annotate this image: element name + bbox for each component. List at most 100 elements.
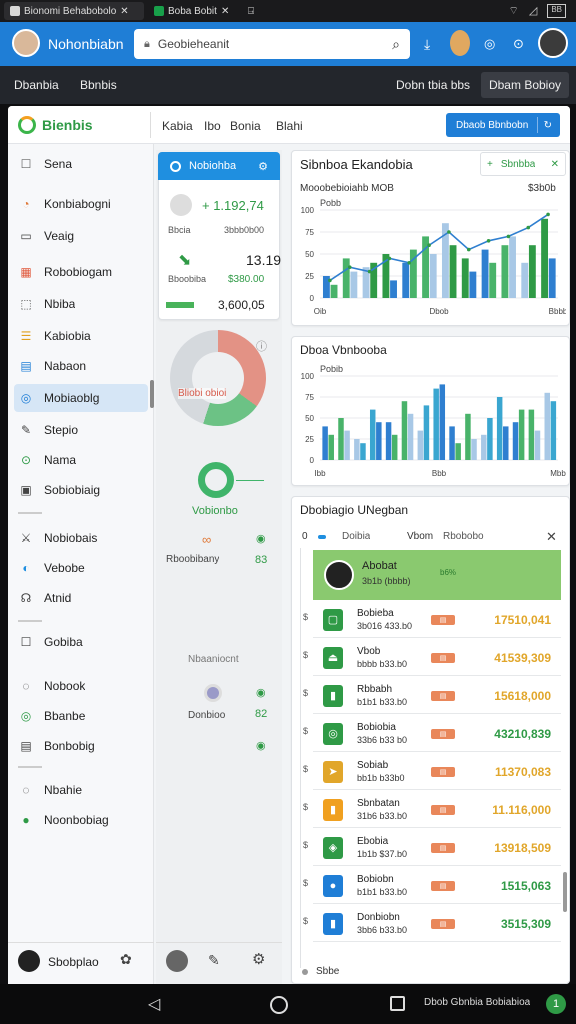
bar — [481, 249, 489, 298]
sidebar-item[interactable]: ◌ Nbahie — [14, 776, 148, 804]
list-item[interactable]: ● Bobiobn b1b1 b33.b0 ▤ 1515,063 — [313, 868, 561, 904]
download-icon[interactable]: ⤓ — [424, 36, 430, 53]
sidebar-item[interactable]: ◌ Nobook — [14, 672, 148, 700]
sidebar-item[interactable]: ☐ Gobiba — [14, 628, 148, 656]
nav-item[interactable]: Blahi — [276, 119, 303, 133]
gear-icon[interactable]: ⚙︎ — [252, 950, 265, 968]
check-icon[interactable]: ◉ — [256, 739, 266, 752]
sidebar-item[interactable]: ⚔ Nobiobais — [14, 524, 148, 552]
sidebar-scrollbar[interactable] — [150, 380, 154, 408]
sidebar-item[interactable]: ▤ Nabaon — [14, 352, 148, 380]
sidebar-item[interactable]: ▦ Robobiogam — [14, 258, 148, 286]
check-icon[interactable]: ◉ — [256, 686, 266, 699]
sidebar-item-icon: ▦ — [20, 265, 32, 279]
info-icon[interactable]: ⓘ — [256, 338, 267, 354]
back-icon[interactable]: ◁ — [148, 994, 160, 1014]
bar — [496, 397, 503, 460]
toolbar-item-2[interactable]: Bbnbis — [80, 78, 117, 92]
bar — [528, 245, 536, 298]
nav-item[interactable]: Kabia — [162, 119, 193, 133]
sidebar-item[interactable]: ◐ Vebobe — [14, 554, 148, 582]
sidebar-item[interactable]: ☰ Kabiobia — [14, 322, 148, 350]
bar — [322, 426, 328, 460]
pen-icon[interactable]: ✎ — [208, 952, 220, 969]
tab-2[interactable]: Boba Bobit ✕ — [148, 2, 238, 20]
bar — [433, 388, 439, 460]
tab-1[interactable]: Bionomi Behabobolo ✕ — [4, 2, 144, 20]
bar — [423, 405, 430, 460]
search-input[interactable]: Geobieheanit — [158, 37, 229, 51]
user-avatar-small[interactable] — [18, 950, 40, 972]
sidebar-item[interactable]: ⬚ Nbiba — [14, 290, 148, 318]
sidebar-item-icon: ◎ — [20, 391, 32, 405]
notification-icon[interactable]: 1 — [546, 994, 566, 1014]
list-col[interactable]: Vbom — [407, 531, 433, 542]
list-item[interactable]: ➤ Sobiab bb1b b33b0 ▤ 11370,083 — [313, 754, 561, 790]
bar — [544, 392, 551, 460]
settings-icon[interactable]: ✿ — [120, 951, 132, 968]
check-icon[interactable]: ◉ — [256, 532, 266, 545]
nav-item[interactable]: Bonia — [230, 119, 261, 133]
profile-icon[interactable] — [450, 30, 470, 56]
avatar[interactable] — [166, 950, 188, 972]
toolbar-button[interactable]: Dbam Bobioy — [481, 72, 569, 98]
sidebar-item[interactable]: ✎ Stepio — [14, 416, 148, 444]
x-tick-label: Mbb — [550, 469, 566, 478]
list-item[interactable]: ◎ Bobiobia 33b6 b33 b0 ▤ 43210,839 — [313, 716, 561, 752]
sidebar-item[interactable]: ◎ Mobiaoblg — [14, 384, 148, 412]
list-scrollbar[interactable] — [563, 872, 567, 912]
tab-summary[interactable]: Nobiohba ⚙︎ — [158, 152, 280, 180]
tab-3[interactable]: ⍈ — [242, 2, 262, 20]
item-icon: ➤ — [323, 760, 343, 783]
list-col[interactable]: Doibia — [342, 531, 370, 542]
search-icon[interactable]: ⌕ — [392, 36, 400, 53]
sidebar-item[interactable]: ● Noonbobiag — [14, 806, 148, 834]
bar — [354, 439, 360, 460]
list-item[interactable]: ▮ Donbiobn 3bb6 b33.b0 ▤ 3515,309 — [313, 906, 561, 942]
user-avatar[interactable] — [538, 28, 568, 58]
sidebar-item[interactable]: ☊ Atnid — [14, 584, 148, 612]
point — [328, 278, 332, 283]
sidebar-item[interactable]: ▭ Veaig — [14, 222, 148, 250]
list-item[interactable]: ▮ Sbnbatan 31b6 b33.b0 ▤ 11.116,000 — [313, 792, 561, 828]
chart-filter-button[interactable]: + Sbnbba ✕ — [480, 152, 566, 176]
sidebar-item-label: Robobiogam — [44, 265, 113, 279]
sidebar-item[interactable]: ◔ Konbiabogni — [14, 190, 148, 218]
list-item[interactable]: ◈ Ebobia 1b1b $37.b0 ▤ 13918,509 — [313, 830, 561, 866]
list-item[interactable]: ⏏ Vbob bbbb b33.b0 ▤ 41539,309 — [313, 640, 561, 676]
item-amount: 1515,063 — [500, 878, 551, 893]
toolbar-item-3[interactable]: Dobn tbia bbs — [396, 78, 470, 92]
sidebar-item[interactable]: ⊙ Nama — [14, 446, 148, 474]
close-icon[interactable]: ✕ — [221, 6, 229, 17]
refresh-icon: ↻ — [543, 119, 552, 131]
list-title: Dbobiagio UNegban — [300, 503, 409, 517]
tag-icon: ▤ — [431, 842, 455, 853]
avatar[interactable] — [12, 29, 40, 57]
gear-icon[interactable]: ⚙︎ — [258, 160, 268, 173]
app-name: Nohonbiabn — [48, 36, 124, 52]
home-icon[interactable] — [270, 996, 288, 1014]
sidebar-item[interactable]: ▤ Bonbobig — [14, 732, 148, 760]
nav-item[interactable]: Ibo — [204, 119, 221, 133]
toolbar-item-1[interactable]: Dbanbia — [14, 78, 59, 92]
close-icon[interactable]: ✕ — [551, 159, 559, 170]
search-bar[interactable]: 🔒︎ Geobieheanit ⌕ — [134, 29, 410, 59]
sidebar-item-label: Konbiabogni — [44, 197, 111, 211]
recents-icon[interactable] — [390, 996, 405, 1011]
x-tick-label: Ibb — [314, 469, 326, 478]
list-item[interactable]: ▮ Rbbabh b1b1 b33.b0 ▤ 15618,000 — [313, 678, 561, 714]
item-subtitle: bb1b b33b0 — [357, 772, 405, 783]
sidebar-item-icon: ☰ — [20, 329, 32, 343]
bar — [465, 413, 471, 460]
close-icon[interactable]: ✕ — [120, 6, 128, 17]
sidebar-item[interactable]: ☐ Sena — [14, 150, 148, 178]
close-icon[interactable]: ✕ — [546, 529, 557, 545]
sidebar-item[interactable]: ◎ Bbanbe — [14, 702, 148, 730]
sidebar-item[interactable]: ▣ Sobiobiaig — [14, 476, 148, 504]
header-action-button[interactable]: Dbaob Bbnbobn ↻ — [446, 113, 560, 137]
item-amount: 43210,839 — [494, 726, 551, 741]
list-item[interactable]: ▢ Bobieba 3b016 433.b0 ▤ 17510,041 — [313, 602, 561, 638]
more-icon[interactable]: ⊙ — [513, 36, 524, 52]
settings-icon[interactable]: ◎ — [484, 36, 495, 52]
list-col[interactable]: Rbobobo — [443, 531, 484, 542]
